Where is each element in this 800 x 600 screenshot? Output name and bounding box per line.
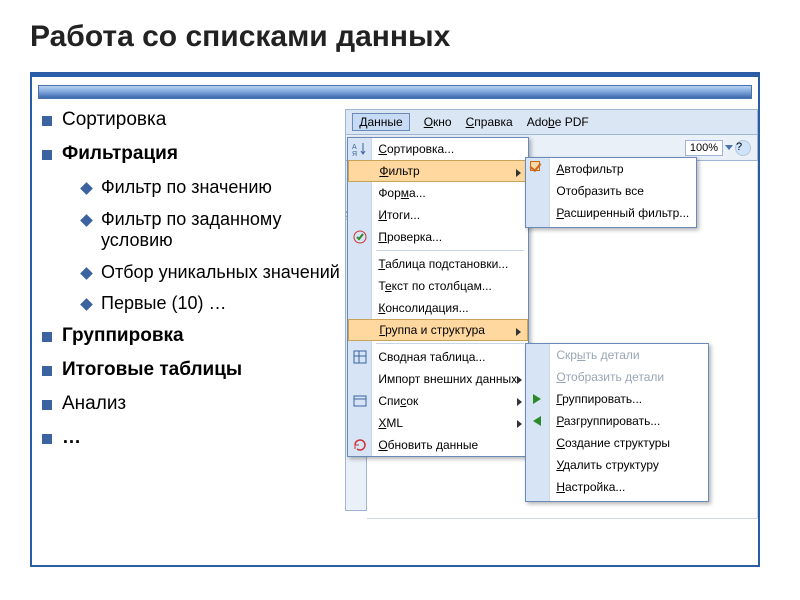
bullet-diamond-icon [80, 299, 93, 312]
bullet-square-icon [42, 116, 52, 126]
submenu-item-clear-outline[interactable]: Удалить структуру [526, 454, 708, 476]
bullet-filter-cond: Фильтр по заданному условию [82, 209, 341, 252]
slide: Работа со списками данных Сортировка Фил… [0, 0, 800, 600]
menu-separator [376, 343, 524, 344]
submenu-item-show-detail[interactable]: Отобразить детали [526, 366, 708, 388]
menu-item-table[interactable]: Таблица подстановки... [348, 253, 528, 275]
menu-item-text-to-cols[interactable]: Текст по столбцам... [348, 275, 528, 297]
menu-item-pivot[interactable]: Сводная таблица... [348, 346, 528, 368]
menu-item-subtotals[interactable]: Итоги... [348, 204, 528, 226]
menu-item-list[interactable]: Список [348, 390, 528, 412]
sort-az-icon: AЯ [352, 141, 368, 157]
pivot-icon [352, 349, 368, 365]
data-menu[interactable]: AЯСортировка... Фильтр Форма... Итоги...… [347, 137, 529, 457]
list-icon [352, 393, 368, 409]
zoom-control[interactable]: 100% ? [685, 140, 751, 156]
submenu-arrow-icon [517, 420, 522, 428]
bullet-filter: Фильтрация [42, 143, 341, 165]
menu-item-consolidate[interactable]: Консолидация... [348, 297, 528, 319]
arrow-left-icon [530, 413, 546, 429]
bullet-label: Фильтр по заданному условию [101, 209, 341, 252]
menu-adobe-pdf[interactable]: Adobe PDF [527, 115, 589, 129]
zoom-value[interactable]: 100% [685, 140, 723, 156]
content-row: Сортировка Фильтрация Фильтр по значению… [32, 109, 758, 519]
group-submenu[interactable]: Скрыть детали Отобразить детали Группиро… [525, 343, 709, 502]
menu-data[interactable]: Данные [352, 113, 409, 131]
submenu-arrow-icon [516, 328, 521, 336]
menubar[interactable]: Данные Окно Справка Adobe PDF [345, 109, 758, 135]
menu-item-sort[interactable]: AЯСортировка... [348, 138, 528, 160]
check-icon [352, 229, 368, 245]
bullet-label: Анализ [62, 393, 126, 415]
submenu-item-hide-detail[interactable]: Скрыть детали [526, 344, 708, 366]
bullet-square-icon [42, 366, 52, 376]
bullet-square-icon [42, 332, 52, 342]
bullet-label: Группировка [62, 325, 184, 347]
bullet-diamond-icon [80, 267, 93, 280]
content-frame: Сортировка Фильтрация Фильтр по значению… [30, 72, 760, 567]
submenu-item-show-all[interactable]: Отобразить все [526, 180, 696, 202]
bullet-totals: Итоговые таблицы [42, 359, 341, 381]
menu-item-import[interactable]: Импорт внешних данных [348, 368, 528, 390]
bullet-diamond-icon [80, 182, 93, 195]
menu-separator [376, 250, 524, 251]
bullet-more: … [42, 427, 341, 449]
bullet-filter-top10: Первые (10) … [82, 293, 341, 315]
slide-title: Работа со списками данных [30, 20, 770, 54]
menu-item-validation[interactable]: Проверка... [348, 226, 528, 248]
bullet-analysis: Анализ [42, 393, 341, 415]
submenu-arrow-icon [517, 398, 522, 406]
refresh-icon [352, 437, 368, 453]
bullet-square-icon [42, 434, 52, 444]
menu-item-form[interactable]: Форма... [348, 182, 528, 204]
frame-inner-band [38, 85, 752, 99]
bullet-sort: Сортировка [42, 109, 341, 131]
menu-item-filter[interactable]: Фильтр [348, 160, 528, 182]
bullet-diamond-icon [80, 214, 93, 227]
menu-item-xml[interactable]: XML [348, 412, 528, 434]
submenu-arrow-icon [517, 376, 522, 384]
bullet-label: Фильтрация [62, 143, 178, 165]
menu-help[interactable]: Справка [466, 115, 513, 129]
bullet-label: … [62, 427, 81, 449]
bullet-label: Первые (10) … [101, 293, 226, 315]
bullet-label: Отбор уникальных значений [101, 262, 340, 284]
submenu-item-autofilter[interactable]: Автофильтр [526, 158, 696, 180]
svg-text:Я: Я [352, 151, 357, 157]
bullet-label: Итоговые таблицы [62, 359, 242, 381]
bullet-square-icon [42, 150, 52, 160]
help-icon[interactable]: ? [735, 140, 751, 156]
excel-screenshot: Данные Окно Справка Adobe PDF 100% ? [345, 109, 758, 519]
submenu-item-settings[interactable]: Настройка... [526, 476, 708, 498]
submenu-arrow-icon [516, 169, 521, 177]
bullet-label: Сортировка [62, 109, 166, 131]
checked-icon [530, 161, 546, 177]
submenu-item-group[interactable]: Группировать... [526, 388, 708, 410]
submenu-item-ungroup[interactable]: Разгруппировать... [526, 410, 708, 432]
menu-window[interactable]: Окно [424, 115, 452, 129]
filter-submenu[interactable]: Автофильтр Отобразить все Расширенный фи… [525, 157, 697, 228]
bullet-grouping: Группировка [42, 325, 341, 347]
chevron-down-icon[interactable] [725, 145, 733, 150]
arrow-right-icon [530, 391, 546, 407]
bullet-square-icon [42, 400, 52, 410]
submenu-item-advanced[interactable]: Расширенный фильтр... [526, 202, 696, 224]
bullet-filter-unique: Отбор уникальных значений [82, 262, 341, 284]
menu-item-refresh[interactable]: Обновить данные [348, 434, 528, 456]
bullet-label: Фильтр по значению [101, 177, 272, 199]
frame-body: Сортировка Фильтрация Фильтр по значению… [30, 77, 760, 567]
menu-item-group-outline[interactable]: Группа и структура [348, 319, 528, 341]
bullet-filter-value: Фильтр по значению [82, 177, 341, 199]
svg-text:A: A [352, 144, 357, 151]
bullets-column: Сортировка Фильтрация Фильтр по значению… [32, 109, 345, 519]
submenu-item-auto-outline[interactable]: Создание структуры [526, 432, 708, 454]
